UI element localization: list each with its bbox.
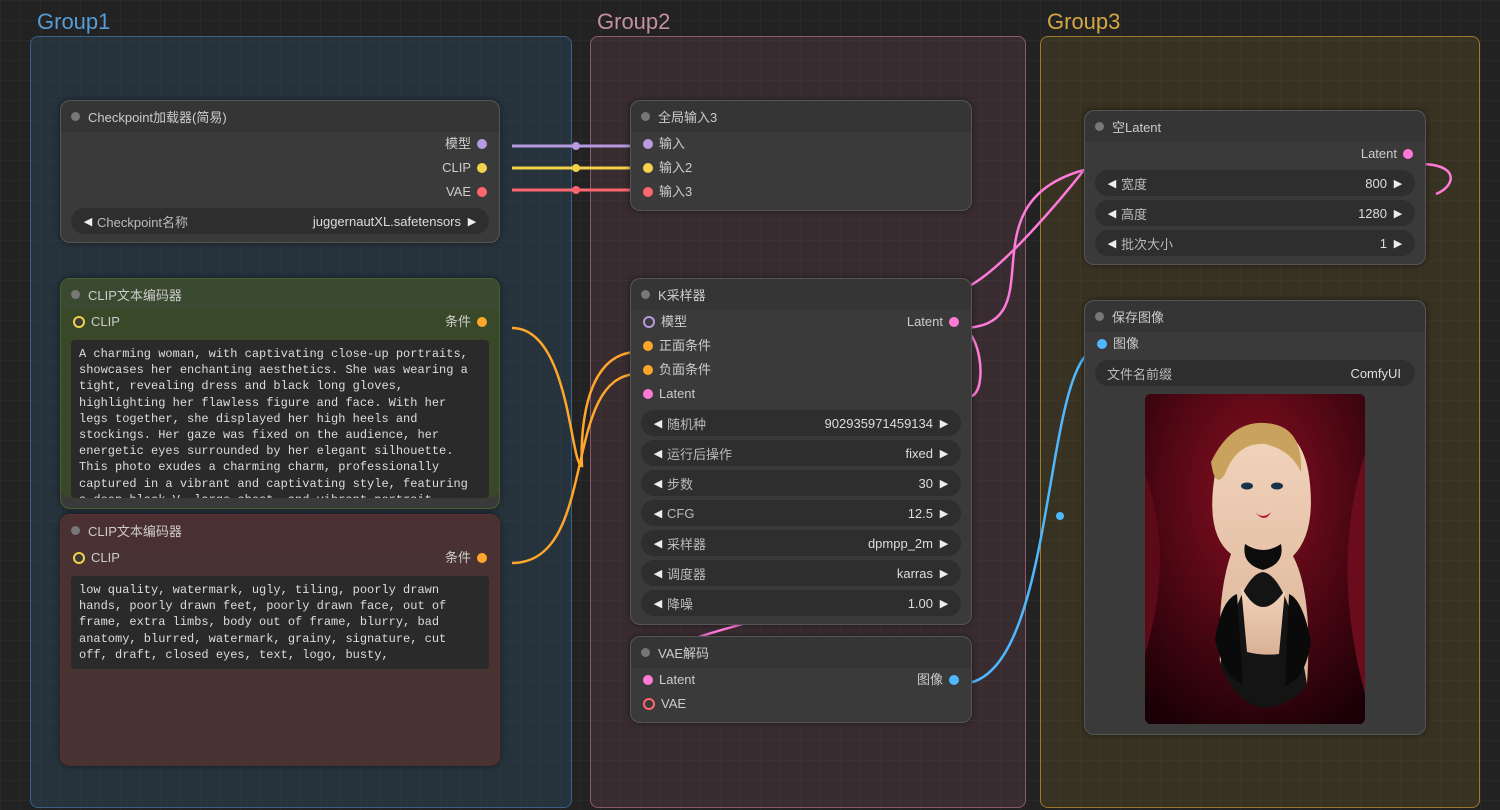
out-conditioning[interactable]: 条件 bbox=[445, 548, 487, 568]
out-model[interactable]: 模型 bbox=[445, 134, 487, 154]
widget-采样器[interactable]: ◀采样器dpmpp_2m▶ bbox=[641, 530, 961, 556]
node-title: VAE解码 bbox=[658, 643, 709, 662]
node-title: 全局输入3 bbox=[658, 107, 717, 126]
in-latent[interactable]: Latent bbox=[643, 384, 695, 404]
widget-步数[interactable]: ◀步数30▶ bbox=[641, 470, 961, 496]
in-clip[interactable]: CLIP bbox=[73, 548, 120, 568]
chevron-right-icon[interactable]: ▶ bbox=[465, 215, 479, 228]
widget-降噪[interactable]: ◀降噪1.00▶ bbox=[641, 590, 961, 616]
in-model[interactable]: 模型 bbox=[643, 312, 687, 332]
chevron-left-icon[interactable]: ◀ bbox=[651, 537, 665, 550]
group-2-title: Group2 bbox=[597, 9, 670, 35]
in-neg[interactable]: 负面条件 bbox=[643, 360, 711, 380]
image-preview bbox=[1145, 394, 1365, 724]
chevron-right-icon[interactable]: ▶ bbox=[937, 507, 951, 520]
widget-高度[interactable]: ◀高度1280▶ bbox=[1095, 200, 1415, 226]
in-1[interactable]: 输入 bbox=[643, 134, 685, 154]
chevron-right-icon[interactable]: ▶ bbox=[937, 477, 951, 490]
node-title: 保存图像 bbox=[1112, 307, 1164, 326]
widget-CFG[interactable]: ◀CFG12.5▶ bbox=[641, 500, 961, 526]
node-empty-latent[interactable]: 空Latent Latent ◀宽度800▶ ◀高度1280▶ ◀批次大小1▶ bbox=[1084, 110, 1426, 265]
node-clip-negative[interactable]: CLIP文本编码器 CLIP 条件 bbox=[60, 514, 500, 766]
chevron-right-icon[interactable]: ▶ bbox=[937, 537, 951, 550]
in-vae[interactable]: VAE bbox=[643, 694, 686, 714]
node-vae-decode[interactable]: VAE解码 Latent 图像 VAE bbox=[630, 636, 972, 723]
widget-随机种[interactable]: ◀随机种902935971459134▶ bbox=[641, 410, 961, 436]
out-vae[interactable]: VAE bbox=[446, 182, 487, 202]
node-global-inputs[interactable]: 全局输入3 输入 输入2 输入3 bbox=[630, 100, 972, 211]
chevron-right-icon[interactable]: ▶ bbox=[937, 447, 951, 460]
node-clip-positive[interactable]: CLIP文本编码器 CLIP 条件 bbox=[60, 278, 500, 509]
chevron-right-icon[interactable]: ▶ bbox=[1391, 177, 1405, 190]
collapse-icon[interactable] bbox=[71, 526, 80, 535]
filename-prefix-widget[interactable]: 文件名前缀 ComfyUI bbox=[1095, 360, 1415, 386]
widget-调度器[interactable]: ◀调度器karras▶ bbox=[641, 560, 961, 586]
node-title: CLIP文本编码器 bbox=[88, 285, 182, 304]
in-image[interactable]: 图像 bbox=[1097, 334, 1139, 354]
out-conditioning[interactable]: 条件 bbox=[445, 312, 487, 332]
node-title: Checkpoint加载器(简易) bbox=[88, 107, 227, 126]
collapse-icon[interactable] bbox=[641, 648, 650, 657]
collapse-icon[interactable] bbox=[1095, 312, 1104, 321]
collapse-icon[interactable] bbox=[71, 112, 80, 121]
chevron-left-icon[interactable]: ◀ bbox=[651, 507, 665, 520]
node-checkpoint-loader[interactable]: Checkpoint加载器(简易) 模型 CLIP VAE ◀ Checkpoi… bbox=[60, 100, 500, 243]
collapse-icon[interactable] bbox=[1095, 122, 1104, 131]
chevron-right-icon[interactable]: ▶ bbox=[937, 417, 951, 430]
collapse-icon[interactable] bbox=[641, 290, 650, 299]
collapse-icon[interactable] bbox=[71, 290, 80, 299]
node-title: 空Latent bbox=[1112, 117, 1161, 136]
in-pos[interactable]: 正面条件 bbox=[643, 336, 711, 356]
in-2[interactable]: 输入2 bbox=[643, 158, 692, 178]
chevron-right-icon[interactable]: ▶ bbox=[937, 597, 951, 610]
widget-宽度[interactable]: ◀宽度800▶ bbox=[1095, 170, 1415, 196]
positive-prompt-textarea[interactable] bbox=[71, 340, 489, 498]
in-clip[interactable]: CLIP bbox=[73, 312, 120, 332]
chevron-right-icon[interactable]: ▶ bbox=[937, 567, 951, 580]
group-3-title: Group3 bbox=[1047, 9, 1120, 35]
chevron-left-icon[interactable]: ◀ bbox=[1105, 207, 1119, 220]
chevron-right-icon[interactable]: ▶ bbox=[1391, 237, 1405, 250]
chevron-left-icon[interactable]: ◀ bbox=[651, 447, 665, 460]
out-image[interactable]: 图像 bbox=[917, 670, 959, 690]
in-latent[interactable]: Latent bbox=[643, 670, 695, 690]
out-clip[interactable]: CLIP bbox=[442, 158, 487, 178]
negative-prompt-textarea[interactable] bbox=[71, 576, 489, 669]
chevron-right-icon[interactable]: ▶ bbox=[1391, 207, 1405, 220]
node-save-image[interactable]: 保存图像 图像 文件名前缀 ComfyUI bbox=[1084, 300, 1426, 735]
chevron-left-icon[interactable]: ◀ bbox=[651, 477, 665, 490]
widget-运行后操作[interactable]: ◀运行后操作fixed▶ bbox=[641, 440, 961, 466]
node-title: CLIP文本编码器 bbox=[88, 521, 182, 540]
chevron-left-icon[interactable]: ◀ bbox=[1105, 177, 1119, 190]
chevron-left-icon[interactable]: ◀ bbox=[651, 417, 665, 430]
node-title: K采样器 bbox=[658, 285, 706, 304]
widget-批次大小[interactable]: ◀批次大小1▶ bbox=[1095, 230, 1415, 256]
in-3[interactable]: 输入3 bbox=[643, 182, 692, 202]
chevron-left-icon[interactable]: ◀ bbox=[651, 597, 665, 610]
chevron-left-icon[interactable]: ◀ bbox=[651, 567, 665, 580]
group-1-title: Group1 bbox=[37, 9, 110, 35]
checkpoint-name-widget[interactable]: ◀ Checkpoint名称 juggernautXL.safetensors … bbox=[71, 208, 489, 234]
node-ksampler[interactable]: K采样器 模型 Latent 正面条件 负面条件 Latent ◀随机种9029… bbox=[630, 278, 972, 625]
chevron-left-icon[interactable]: ◀ bbox=[81, 215, 95, 228]
collapse-icon[interactable] bbox=[641, 112, 650, 121]
out-latent[interactable]: Latent bbox=[907, 312, 959, 332]
chevron-left-icon[interactable]: ◀ bbox=[1105, 237, 1119, 250]
out-latent[interactable]: Latent bbox=[1361, 144, 1413, 164]
